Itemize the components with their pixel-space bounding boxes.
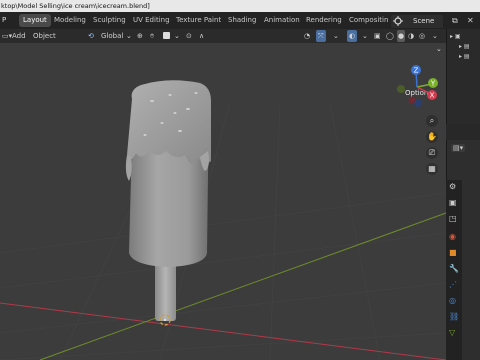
tab-compositing[interactable]: Compositin <box>349 14 388 27</box>
properties-tab-strip: ⚙ ▣ ◳ ◉ ■ 🔧 ⋰ ◎ ⛓ ▽ <box>446 180 462 360</box>
navigation-gizmo[interactable]: Z Y X <box>392 63 442 109</box>
gizmo-neg-y[interactable] <box>397 85 405 93</box>
modifier-tab-icon[interactable]: 🔧 <box>449 264 459 273</box>
object-origin <box>164 319 166 321</box>
falloff-icon[interactable]: ∧ <box>199 30 204 42</box>
tool-tab-icon[interactable]: ⚙ <box>449 182 456 191</box>
scene-selector[interactable]: Scene <box>390 14 444 29</box>
snap-target-icon[interactable] <box>163 32 170 39</box>
viewport-header: ▭▾ Add Object ⟲ Global ⌄ ⊕ ⌾ ⌄ ⊙ ∧ ◔ ⤧ ⌄… <box>0 29 446 43</box>
proportional-editing-icon[interactable]: ⊙ <box>186 30 192 42</box>
scene-new-icon[interactable]: ⧉ <box>452 14 458 27</box>
zoom-icon[interactable]: ⌕ <box>426 115 438 127</box>
tab-modeling[interactable]: Modeling <box>54 14 86 27</box>
tab-rendering[interactable]: Rendering <box>306 14 342 27</box>
gizmo-z-label: Z <box>414 67 419 75</box>
material-preview-icon[interactable]: ◑ <box>408 30 414 42</box>
object-tab-icon[interactable]: ■ <box>449 248 457 257</box>
coating-drip-left <box>125 155 132 181</box>
x-axis-line <box>0 302 446 360</box>
editor-type-icon[interactable]: ▭▾ <box>2 30 12 42</box>
tab-sculpting[interactable]: Sculpting <box>93 14 126 27</box>
chevron-down-icon: ⌄ <box>333 32 339 40</box>
gizmo-x-label: X <box>430 92 435 100</box>
visibility-icon[interactable]: ◔ <box>304 30 310 42</box>
menu-add[interactable]: Add <box>12 30 26 42</box>
particles-tab-icon[interactable]: ⋰ <box>449 280 457 289</box>
properties-editor-type-icon[interactable]: ▤▾ <box>451 144 466 152</box>
physics-tab-icon[interactable]: ◎ <box>449 296 456 305</box>
wireframe-shading-icon[interactable]: ◯ <box>386 30 394 42</box>
tab-shading[interactable]: Shading <box>228 14 256 27</box>
chocolate-coating[interactable] <box>127 80 211 164</box>
gizmo-neg-x[interactable] <box>408 96 416 104</box>
rendered-shading-icon[interactable]: ◎ <box>419 30 425 42</box>
chevron-down-icon: ⌄ <box>126 32 132 40</box>
chevron-down-icon: ⌄ <box>174 32 180 40</box>
transform-orientation-select[interactable]: Global <box>101 30 123 42</box>
outliner-row-item[interactable]: ▸ ▤ <box>459 53 470 60</box>
overlays-icon[interactable]: ◐ <box>347 30 358 42</box>
window-title: ktop\Model Selling\ice cream\icecream.bl… <box>1 2 150 10</box>
3d-viewport[interactable]: Options ⌄ Z Y X ⌕ ✋ ⎚ ▦ <box>0 43 446 360</box>
y-axis-line <box>39 212 446 360</box>
gizmo-toggle-icon[interactable]: ⤧ <box>316 30 326 42</box>
chevron-down-icon: ⌄ <box>362 32 368 40</box>
outliner[interactable]: ▸ ▣ ▸ ▤ ▸ ▤ <box>446 29 480 124</box>
output-tab-icon[interactable]: ◳ <box>449 214 457 223</box>
app-menu-fragment[interactable]: P <box>2 14 6 27</box>
data-tab-icon[interactable]: ▽ <box>449 328 455 337</box>
outliner-row-collection[interactable]: ▸ ▣ <box>450 33 461 40</box>
tab-layout[interactable]: Layout <box>19 14 51 27</box>
render-tab-icon[interactable]: ▣ <box>449 198 457 207</box>
workspace-tab-bar: P Layout Modeling Sculpting UV Editing T… <box>0 12 480 29</box>
constraints-tab-icon[interactable]: ⛓ <box>449 312 459 321</box>
floor-grid <box>0 102 446 360</box>
chevron-down-icon: ⌄ <box>432 32 438 40</box>
outliner-row-item[interactable]: ▸ ▤ <box>459 43 470 50</box>
scene-tab-icon[interactable]: ◉ <box>449 232 456 241</box>
tab-texture-paint[interactable]: Texture Paint <box>176 14 221 27</box>
camera-view-icon[interactable]: ⎚ <box>426 147 438 159</box>
perspective-toggle-icon[interactable]: ▦ <box>426 163 438 175</box>
pan-hand-icon[interactable]: ✋ <box>426 131 438 143</box>
scene-icon <box>393 16 403 26</box>
pivot-point-icon[interactable]: ⊕ <box>137 30 143 42</box>
gizmo-y-label: Y <box>430 80 436 88</box>
solid-shading-icon[interactable]: ● <box>397 30 406 42</box>
window-title-bar: ktop\Model Selling\ice cream\icecream.bl… <box>0 0 480 12</box>
scene-name: Scene <box>413 17 435 25</box>
snap-icon[interactable]: ⌾ <box>150 30 154 42</box>
transform-orientation-icon[interactable]: ⟲ <box>88 30 94 42</box>
tab-animation[interactable]: Animation <box>264 14 300 27</box>
tab-uv-editing[interactable]: UV Editing <box>133 14 170 27</box>
chevron-down-icon: ⌄ <box>436 45 442 53</box>
xray-icon[interactable]: ▣ <box>374 30 381 42</box>
viewport-scene <box>0 80 446 360</box>
scene-close-icon[interactable]: ✕ <box>467 14 474 27</box>
menu-object[interactable]: Object <box>33 30 56 42</box>
